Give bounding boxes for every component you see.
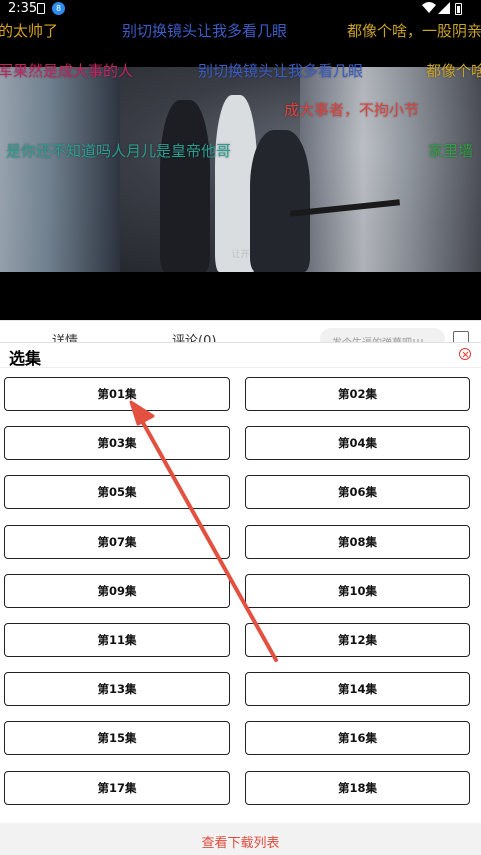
battery-icon bbox=[455, 3, 462, 15]
episode-button[interactable]: 第17集 bbox=[4, 770, 230, 805]
episode-button[interactable]: 第10集 bbox=[245, 573, 470, 608]
danmaku-comment: 别切换镜头让我多看几眼 bbox=[122, 22, 288, 40]
signal-icon bbox=[438, 2, 450, 14]
panel-title: 选集 bbox=[9, 349, 42, 368]
episode-button[interactable]: 第12集 bbox=[245, 622, 470, 657]
danmaku-comment: 的太帅了 bbox=[0, 22, 59, 40]
episode-panel: 选集 第01集 第02集 第03集 第04集 第05集 第06集 第07集 第0… bbox=[0, 342, 481, 855]
detail-tabs: 详情 评论(0) 发个牛逼的弹幕吧!!! bbox=[0, 320, 481, 350]
danmaku-comment: 是你还不知道吗人月儿是皇帝他哥 bbox=[6, 142, 232, 160]
danmaku-comment: 都像个啥，一股阴亲 bbox=[347, 22, 481, 40]
episode-button[interactable]: 第02集 bbox=[245, 377, 470, 411]
episode-button[interactable]: 第13集 bbox=[4, 672, 230, 707]
danmaku-comment: 家里墙 bbox=[428, 142, 474, 160]
curtain-right bbox=[300, 67, 481, 272]
episode-button[interactable]: 第08集 bbox=[245, 524, 470, 559]
episode-button[interactable]: 第06集 bbox=[245, 475, 470, 510]
download-list-link[interactable]: 查看下载列表 bbox=[201, 832, 279, 851]
wifi-icon bbox=[422, 2, 436, 13]
danmaku-comment: 都像个啥 bbox=[426, 62, 481, 80]
episode-button[interactable]: 第05集 bbox=[4, 475, 230, 510]
danmaku-comment: 成大事者，不拘小节 bbox=[284, 101, 420, 119]
episode-button[interactable]: 第03集 bbox=[4, 426, 230, 461]
video-player[interactable]: 让开 的太帅了 别切换镜头让我多看几眼 都像个啥，一股阴亲 军果然是成大事的人 … bbox=[0, 0, 481, 320]
close-icon[interactable] bbox=[459, 348, 471, 360]
sim-icon bbox=[37, 3, 45, 14]
episode-button[interactable]: 第18集 bbox=[245, 770, 470, 805]
curtain-left bbox=[0, 67, 120, 272]
episode-button[interactable]: 第01集 bbox=[4, 377, 230, 411]
danmaku-comment: 军果然是成大事的人 bbox=[0, 62, 134, 80]
status-bar: 2:35 8 bbox=[0, 0, 481, 18]
download-bar: 查看下载列表 bbox=[0, 823, 481, 855]
app-badge-icon: 8 bbox=[52, 2, 65, 15]
divider bbox=[0, 367, 481, 368]
episode-button[interactable]: 第04集 bbox=[245, 426, 470, 461]
status-time: 2:35 bbox=[8, 1, 38, 16]
episode-grid: 第01集 第02集 第03集 第04集 第05集 第06集 第07集 第08集 … bbox=[4, 377, 470, 805]
danmaku-comment: 别切换镜头让我多看几眼 bbox=[198, 62, 364, 80]
episode-button[interactable]: 第09集 bbox=[4, 573, 230, 608]
episode-button[interactable]: 第15集 bbox=[4, 721, 230, 756]
episode-button[interactable]: 第11集 bbox=[4, 622, 230, 657]
episode-button[interactable]: 第07集 bbox=[4, 524, 230, 559]
episode-button[interactable]: 第14集 bbox=[245, 672, 470, 707]
video-subtitle: 让开 bbox=[231, 250, 250, 260]
episode-button[interactable]: 第16集 bbox=[245, 721, 470, 756]
